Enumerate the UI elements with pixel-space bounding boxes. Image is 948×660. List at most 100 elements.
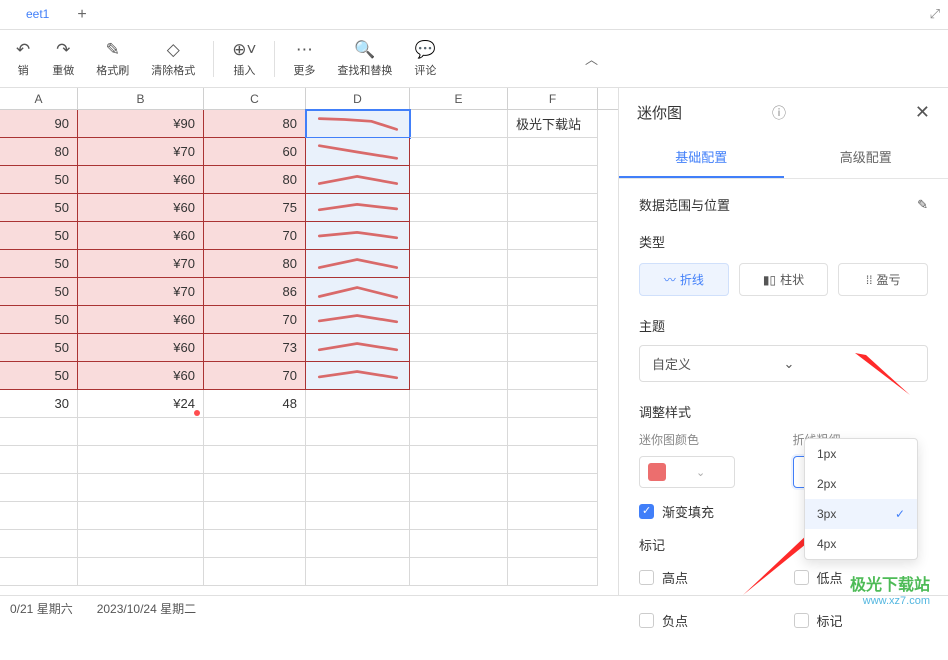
cell[interactable] bbox=[306, 502, 410, 530]
cell[interactable] bbox=[204, 446, 306, 474]
cell[interactable] bbox=[0, 418, 78, 446]
sparkline-cell[interactable] bbox=[306, 194, 410, 222]
weight-option[interactable]: 3px✓ bbox=[805, 499, 917, 529]
cell[interactable] bbox=[410, 362, 508, 390]
cell[interactable] bbox=[0, 446, 78, 474]
cell[interactable]: 50 bbox=[0, 194, 78, 222]
cell[interactable]: 70 bbox=[204, 222, 306, 250]
gradient-checkbox[interactable] bbox=[639, 504, 654, 519]
find-replace-button[interactable]: 🔍查找和替换 bbox=[327, 33, 402, 85]
cell[interactable] bbox=[508, 250, 598, 278]
clear-format-button[interactable]: ◇清除格式 bbox=[141, 33, 205, 85]
cell[interactable] bbox=[0, 530, 78, 558]
more-button[interactable]: ⋯更多 bbox=[283, 33, 325, 85]
theme-select[interactable]: 自定义⌄ bbox=[639, 345, 928, 382]
comment-button[interactable]: 💬评论 bbox=[404, 33, 446, 85]
cell[interactable] bbox=[410, 446, 508, 474]
sparkline-cell[interactable] bbox=[306, 222, 410, 250]
cell[interactable]: 60 bbox=[204, 138, 306, 166]
cell[interactable] bbox=[508, 446, 598, 474]
sparkline-cell[interactable] bbox=[306, 166, 410, 194]
cell[interactable]: ¥70 bbox=[78, 138, 204, 166]
cell[interactable] bbox=[410, 334, 508, 362]
cell[interactable] bbox=[410, 110, 508, 138]
cell[interactable] bbox=[508, 530, 598, 558]
cell[interactable] bbox=[204, 530, 306, 558]
cell[interactable] bbox=[204, 558, 306, 586]
cell[interactable] bbox=[410, 502, 508, 530]
cell[interactable]: 极光下载站 bbox=[508, 110, 598, 138]
col-header[interactable]: E bbox=[410, 88, 508, 109]
cell[interactable] bbox=[508, 278, 598, 306]
cell[interactable]: 73 bbox=[204, 334, 306, 362]
cell[interactable] bbox=[410, 194, 508, 222]
cell[interactable] bbox=[306, 446, 410, 474]
edit-range-icon[interactable]: ✎ bbox=[917, 197, 928, 213]
sparkline-cell[interactable] bbox=[306, 278, 410, 306]
cell[interactable] bbox=[410, 138, 508, 166]
cell[interactable]: ¥60 bbox=[78, 222, 204, 250]
sparkline-cell[interactable] bbox=[306, 138, 410, 166]
cell[interactable] bbox=[0, 474, 78, 502]
cell[interactable] bbox=[410, 278, 508, 306]
cell[interactable]: ¥60 bbox=[78, 166, 204, 194]
cell[interactable] bbox=[78, 502, 204, 530]
high-checkbox[interactable] bbox=[639, 570, 654, 585]
weight-option[interactable]: 4px bbox=[805, 529, 917, 559]
cell[interactable]: ¥24 bbox=[78, 390, 204, 418]
cell[interactable]: ¥60 bbox=[78, 194, 204, 222]
cell[interactable] bbox=[78, 558, 204, 586]
cell[interactable] bbox=[78, 530, 204, 558]
cell[interactable] bbox=[410, 250, 508, 278]
col-header[interactable]: B bbox=[78, 88, 204, 109]
expand-icon[interactable]: ⤢ bbox=[930, 6, 940, 22]
cell[interactable]: ¥70 bbox=[78, 278, 204, 306]
cell[interactable] bbox=[204, 474, 306, 502]
cell[interactable] bbox=[508, 306, 598, 334]
cell[interactable] bbox=[204, 418, 306, 446]
cell[interactable] bbox=[508, 558, 598, 586]
cell[interactable]: 80 bbox=[0, 138, 78, 166]
cell[interactable]: 48 bbox=[204, 390, 306, 418]
type-winloss-button[interactable]: ⁞⁞盈亏 bbox=[838, 263, 928, 296]
cell[interactable]: 70 bbox=[204, 306, 306, 334]
col-header[interactable]: F bbox=[508, 88, 598, 109]
tab-basic-config[interactable]: 基础配置 bbox=[619, 137, 784, 178]
weight-option[interactable]: 1px bbox=[805, 439, 917, 469]
spreadsheet-area[interactable]: A B C D E F 90¥9080极光下载站80¥706050¥608050… bbox=[0, 88, 618, 595]
sparkline-cell[interactable] bbox=[306, 250, 410, 278]
col-header[interactable]: D bbox=[306, 88, 410, 109]
cell[interactable]: ¥60 bbox=[78, 306, 204, 334]
sparkline-cell[interactable] bbox=[306, 334, 410, 362]
cell[interactable]: 70 bbox=[204, 362, 306, 390]
cell[interactable]: 50 bbox=[0, 222, 78, 250]
type-bar-button[interactable]: ▮▯柱状 bbox=[739, 263, 829, 296]
tab-advanced-config[interactable]: 高级配置 bbox=[784, 137, 948, 178]
cell[interactable] bbox=[410, 530, 508, 558]
cell[interactable] bbox=[410, 166, 508, 194]
cell[interactable] bbox=[508, 166, 598, 194]
cell[interactable]: 80 bbox=[204, 250, 306, 278]
undo-button[interactable]: ↶销 bbox=[6, 33, 40, 85]
cell[interactable] bbox=[508, 362, 598, 390]
cell[interactable] bbox=[410, 390, 508, 418]
cell[interactable] bbox=[78, 446, 204, 474]
sparkline-cell[interactable] bbox=[306, 362, 410, 390]
low-checkbox[interactable] bbox=[794, 570, 809, 585]
cell[interactable]: 50 bbox=[0, 306, 78, 334]
cell[interactable]: 86 bbox=[204, 278, 306, 306]
cell[interactable] bbox=[508, 222, 598, 250]
cell[interactable] bbox=[410, 222, 508, 250]
cell[interactable]: ¥90 bbox=[78, 110, 204, 138]
cell[interactable] bbox=[0, 502, 78, 530]
collapse-toolbar-icon[interactable]: ︿ bbox=[575, 39, 608, 78]
cell[interactable] bbox=[410, 306, 508, 334]
color-picker[interactable]: ⌄ bbox=[639, 456, 735, 488]
cell[interactable] bbox=[78, 418, 204, 446]
redo-button[interactable]: ↷重做 bbox=[42, 33, 84, 85]
weight-option[interactable]: 2px bbox=[805, 469, 917, 499]
col-header[interactable]: C bbox=[204, 88, 306, 109]
cell[interactable] bbox=[508, 502, 598, 530]
col-header[interactable]: A bbox=[0, 88, 78, 109]
cell[interactable] bbox=[508, 194, 598, 222]
